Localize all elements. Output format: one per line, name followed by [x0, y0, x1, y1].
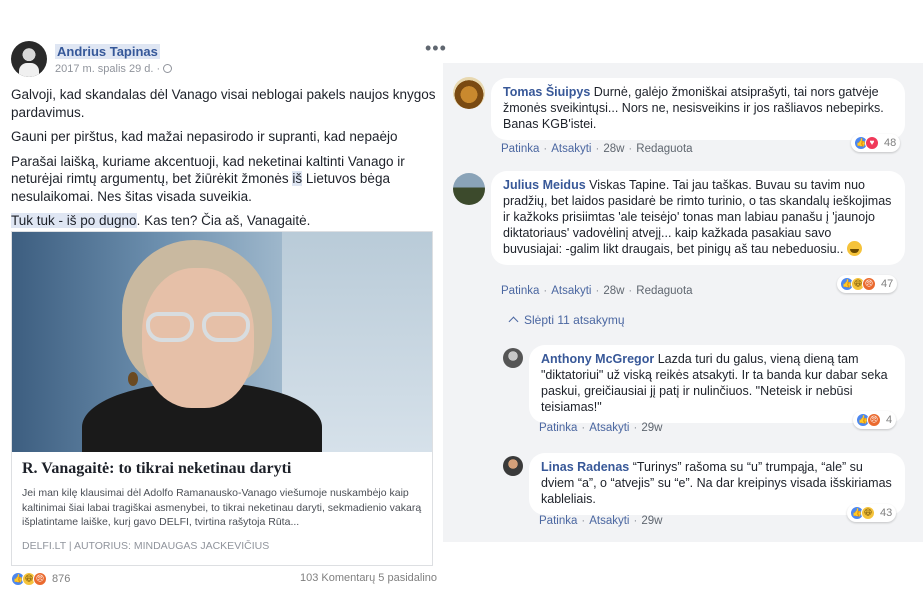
post-date-text[interactable]: 2017 m. spalis 29 d. ·: [55, 63, 160, 75]
comment-actions: Patinka · Atsakyti · 28w · Redaguota: [501, 285, 693, 297]
post-paragraph: Parašai laišką, kuriame akcentuoji, kad …: [11, 153, 436, 206]
author-name[interactable]: Andrius Tapinas: [55, 44, 160, 59]
post-text-span: . Kas ten? Čia aš, Vanagaitė.: [136, 213, 311, 228]
edited-label[interactable]: Redaguota: [636, 285, 692, 297]
comment-reactions[interactable]: 👍 ♥ 48: [851, 134, 901, 152]
angry-reaction-icon: 😠: [862, 277, 876, 291]
link-preview-body: R. Vanagaitė: to tikrai neketinau daryti…: [22, 460, 426, 552]
hide-replies-link[interactable]: Slėpti 11 atsakymų: [508, 313, 625, 327]
commenter-name[interactable]: Julius Meidus: [503, 178, 586, 192]
post-date[interactable]: 2017 m. spalis 29 d. ·: [55, 63, 173, 75]
comment-reactions[interactable]: 👍 😆 😠 47: [837, 275, 898, 293]
highlighted-text: Tuk tuk - iš po dugno: [11, 213, 137, 228]
haha-reaction-icon: 😆: [861, 506, 875, 520]
grin-emoji-icon: [846, 241, 862, 256]
post-text: Galvoji, kad skandalas dėl Vanago visai …: [11, 86, 436, 237]
reply-link[interactable]: Atsakyti: [551, 143, 591, 155]
link-description: Jei man kilę klausimai dėl Adolfo Ramana…: [22, 487, 422, 528]
comment-bubble: Tomas Šiuipys Durnė, galėjo žmoniškai at…: [491, 78, 905, 140]
reply-time[interactable]: 29w: [641, 515, 662, 527]
link-preview-card[interactable]: R. Vanagaitė: to tikrai neketinau daryti…: [11, 231, 433, 566]
globe-icon: [163, 64, 173, 73]
reply-bubble: Anthony McGregor Lazda turi du galus, vi…: [529, 345, 905, 423]
comment-bubble: Julius Meidus Viskas Tapine. Tai jau taš…: [491, 171, 905, 265]
post-paragraph: Tuk tuk - iš po dugno. Kas ten? Čia aš, …: [11, 212, 436, 230]
chevron-up-icon: [508, 316, 519, 327]
commenter-avatar[interactable]: [453, 173, 485, 205]
post: Andrius Tapinas 2017 m. spalis 29 d. · •…: [0, 0, 446, 616]
like-link[interactable]: Patinka: [501, 285, 539, 297]
reply: Anthony McGregor Lazda turi du galus, vi…: [443, 338, 923, 438]
comments-count-link[interactable]: 103 Komentarų: [300, 572, 375, 584]
comment-reaction-count: 47: [881, 278, 894, 290]
comment-reaction-count: 48: [884, 137, 897, 149]
reply-link[interactable]: Atsakyti: [589, 515, 629, 527]
link-title[interactable]: R. Vanagaitė: to tikrai neketinau daryti: [22, 460, 426, 478]
reply-reactions[interactable]: 👍 😆 43: [847, 504, 897, 522]
post-reactions[interactable]: 👍 😆 😠 876: [11, 572, 70, 586]
comment-actions: Patinka · Atsakyti · 28w · Redaguota: [501, 143, 693, 155]
angry-reaction-icon: 😠: [867, 413, 881, 427]
reply: Linas Radenas “Turinys” rašoma su “u” tr…: [443, 448, 923, 538]
comments-panel: Tomas Šiuipys Durnė, galėjo žmoniškai at…: [443, 63, 923, 542]
comment: Tomas Šiuipys Durnė, galėjo žmoniškai at…: [443, 63, 923, 163]
comment: Julius Meidus Viskas Tapine. Tai jau taš…: [443, 163, 923, 303]
commenter-avatar[interactable]: [453, 77, 485, 109]
like-link[interactable]: Patinka: [501, 143, 539, 155]
shares-count-link[interactable]: 5 pasidalino: [378, 572, 437, 584]
more-options-icon[interactable]: •••: [425, 39, 447, 57]
commenter-name[interactable]: Tomas Šiuipys: [503, 85, 590, 99]
replier-name[interactable]: Linas Radenas: [541, 460, 629, 474]
post-footer: 👍 😆 😠 876 103 Komentarų 5 pasidalino: [11, 572, 437, 590]
like-link[interactable]: Patinka: [539, 422, 577, 434]
reply-link[interactable]: Atsakyti: [589, 422, 629, 434]
reply-time[interactable]: 29w: [641, 422, 662, 434]
post-stats: 103 Komentarų 5 pasidalino: [300, 572, 437, 584]
reply-reactions[interactable]: 👍 😠 4: [853, 411, 897, 429]
post-header: Andrius Tapinas 2017 m. spalis 29 d. · •…: [11, 39, 446, 81]
replier-avatar[interactable]: [503, 348, 523, 368]
post-paragraph: Gauni per pirštus, kad mažai nepasirodo …: [11, 129, 398, 144]
hide-replies-label[interactable]: Slėpti 11 atsakymų: [524, 313, 625, 327]
author-avatar[interactable]: [11, 41, 47, 77]
replier-avatar[interactable]: [503, 456, 523, 476]
post-paragraph: Galvoji, kad skandalas dėl Vanago visai …: [11, 87, 436, 120]
like-link[interactable]: Patinka: [539, 515, 577, 527]
angry-reaction-icon: 😠: [33, 572, 47, 586]
reply-link[interactable]: Atsakyti: [551, 285, 591, 297]
link-preview-image[interactable]: [12, 232, 432, 452]
reply-actions: Patinka · Atsakyti · 29w: [539, 515, 663, 527]
reply-reaction-count: 43: [880, 507, 893, 519]
link-source: DELFI.LT | AUTORIUS: MINDAUGAS JACKEVIČI…: [22, 540, 270, 552]
reply-reaction-count: 4: [886, 414, 893, 426]
edited-label[interactable]: Redaguota: [636, 143, 692, 155]
reaction-count[interactable]: 876: [52, 573, 70, 585]
love-reaction-icon: ♥: [865, 136, 879, 150]
comment-time[interactable]: 28w: [603, 143, 624, 155]
reply-actions: Patinka · Atsakyti · 29w: [539, 422, 663, 434]
replier-name[interactable]: Anthony McGregor: [541, 352, 654, 366]
comment-time[interactable]: 28w: [603, 285, 624, 297]
highlighted-text: iš: [292, 171, 303, 186]
